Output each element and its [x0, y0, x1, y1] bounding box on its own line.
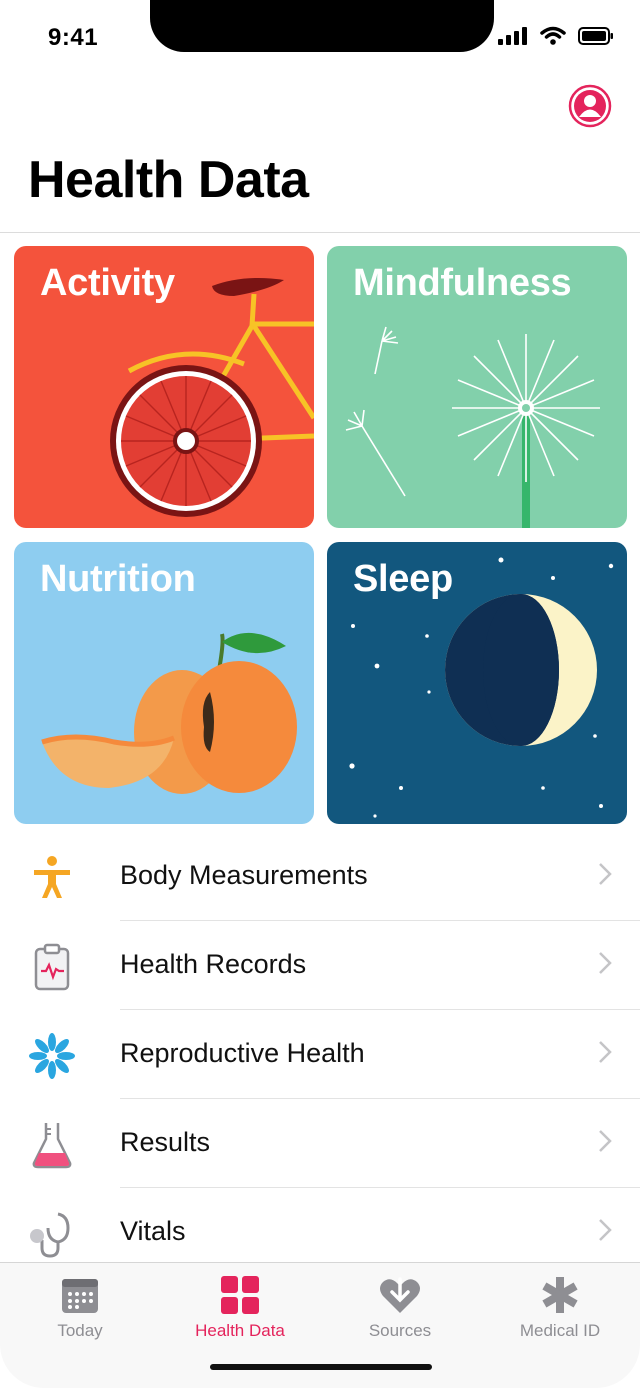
- category-tile-sleep[interactable]: Sleep: [327, 542, 627, 824]
- calendar-icon: [62, 1279, 98, 1313]
- body-figure-icon: [34, 856, 70, 898]
- status-icons: [498, 26, 614, 45]
- tab-label: Sources: [368, 1321, 432, 1340]
- chevron-right-icon: [599, 952, 612, 974]
- device-notch: [150, 0, 494, 52]
- page-title: Health Data: [28, 151, 309, 209]
- tab-label: Medical ID: [519, 1321, 601, 1340]
- list-row-body-measurements[interactable]: Body Measurements: [0, 832, 640, 921]
- list-row-label: Reproductive Health: [120, 1038, 365, 1068]
- stethoscope-icon: [30, 1212, 70, 1258]
- list-row-reproductive-health[interactable]: Reproductive Health: [0, 1010, 640, 1099]
- list-row-label: Body Measurements: [120, 860, 368, 890]
- chevron-right-icon: [599, 1219, 612, 1241]
- tab-today[interactable]: Today: [0, 1275, 160, 1341]
- tab-label: Health Data: [195, 1321, 285, 1340]
- tile-label-sleep: Sleep: [353, 558, 453, 600]
- category-tile-mindfulness[interactable]: Mindfulness: [327, 246, 627, 528]
- tab-sources[interactable]: Sources: [320, 1275, 480, 1341]
- flower-icon: [29, 1033, 75, 1079]
- status-bar: 9:41: [0, 0, 640, 80]
- battery-icon: [578, 26, 613, 45]
- profile-icon: [568, 84, 612, 128]
- health-category-list: Body Measurements Health Records Reprodu…: [0, 832, 640, 1277]
- home-indicator[interactable]: [210, 1364, 432, 1370]
- list-row-label: Health Records: [120, 949, 307, 979]
- list-row-label: Results: [120, 1127, 211, 1157]
- chevron-right-icon: [599, 1130, 612, 1152]
- category-tile-nutrition[interactable]: Nutrition: [14, 542, 314, 824]
- profile-button[interactable]: [568, 84, 612, 128]
- cellular-signal-icon: [498, 26, 527, 45]
- clipboard-icon: [34, 943, 70, 991]
- tab-health-data[interactable]: Health Data: [160, 1275, 320, 1341]
- list-row-health-records[interactable]: Health Records: [0, 921, 640, 1010]
- chevron-right-icon: [599, 1041, 612, 1063]
- tile-label-nutrition: Nutrition: [40, 558, 196, 600]
- list-row-label: Vitals: [120, 1216, 186, 1246]
- health-app-screen: 9:41 Health Data Activity Mindfulness Nu…: [0, 0, 640, 1388]
- heart-arrow-icon: [380, 1277, 420, 1313]
- tile-label-mindfulness: Mindfulness: [353, 262, 572, 304]
- asterisk-icon: [542, 1277, 578, 1313]
- wifi-icon: [540, 26, 566, 45]
- tile-label-activity: Activity: [40, 262, 175, 304]
- tab-medical-id[interactable]: Medical ID: [480, 1275, 640, 1341]
- grid-icon: [221, 1276, 259, 1314]
- flask-icon: [32, 1123, 72, 1169]
- title-divider: [0, 232, 640, 233]
- category-tile-activity[interactable]: Activity: [14, 246, 314, 528]
- list-row-results[interactable]: Results: [0, 1099, 640, 1188]
- chevron-right-icon: [599, 863, 612, 885]
- status-time: 9:41: [48, 24, 99, 51]
- tab-label: Today: [57, 1321, 103, 1340]
